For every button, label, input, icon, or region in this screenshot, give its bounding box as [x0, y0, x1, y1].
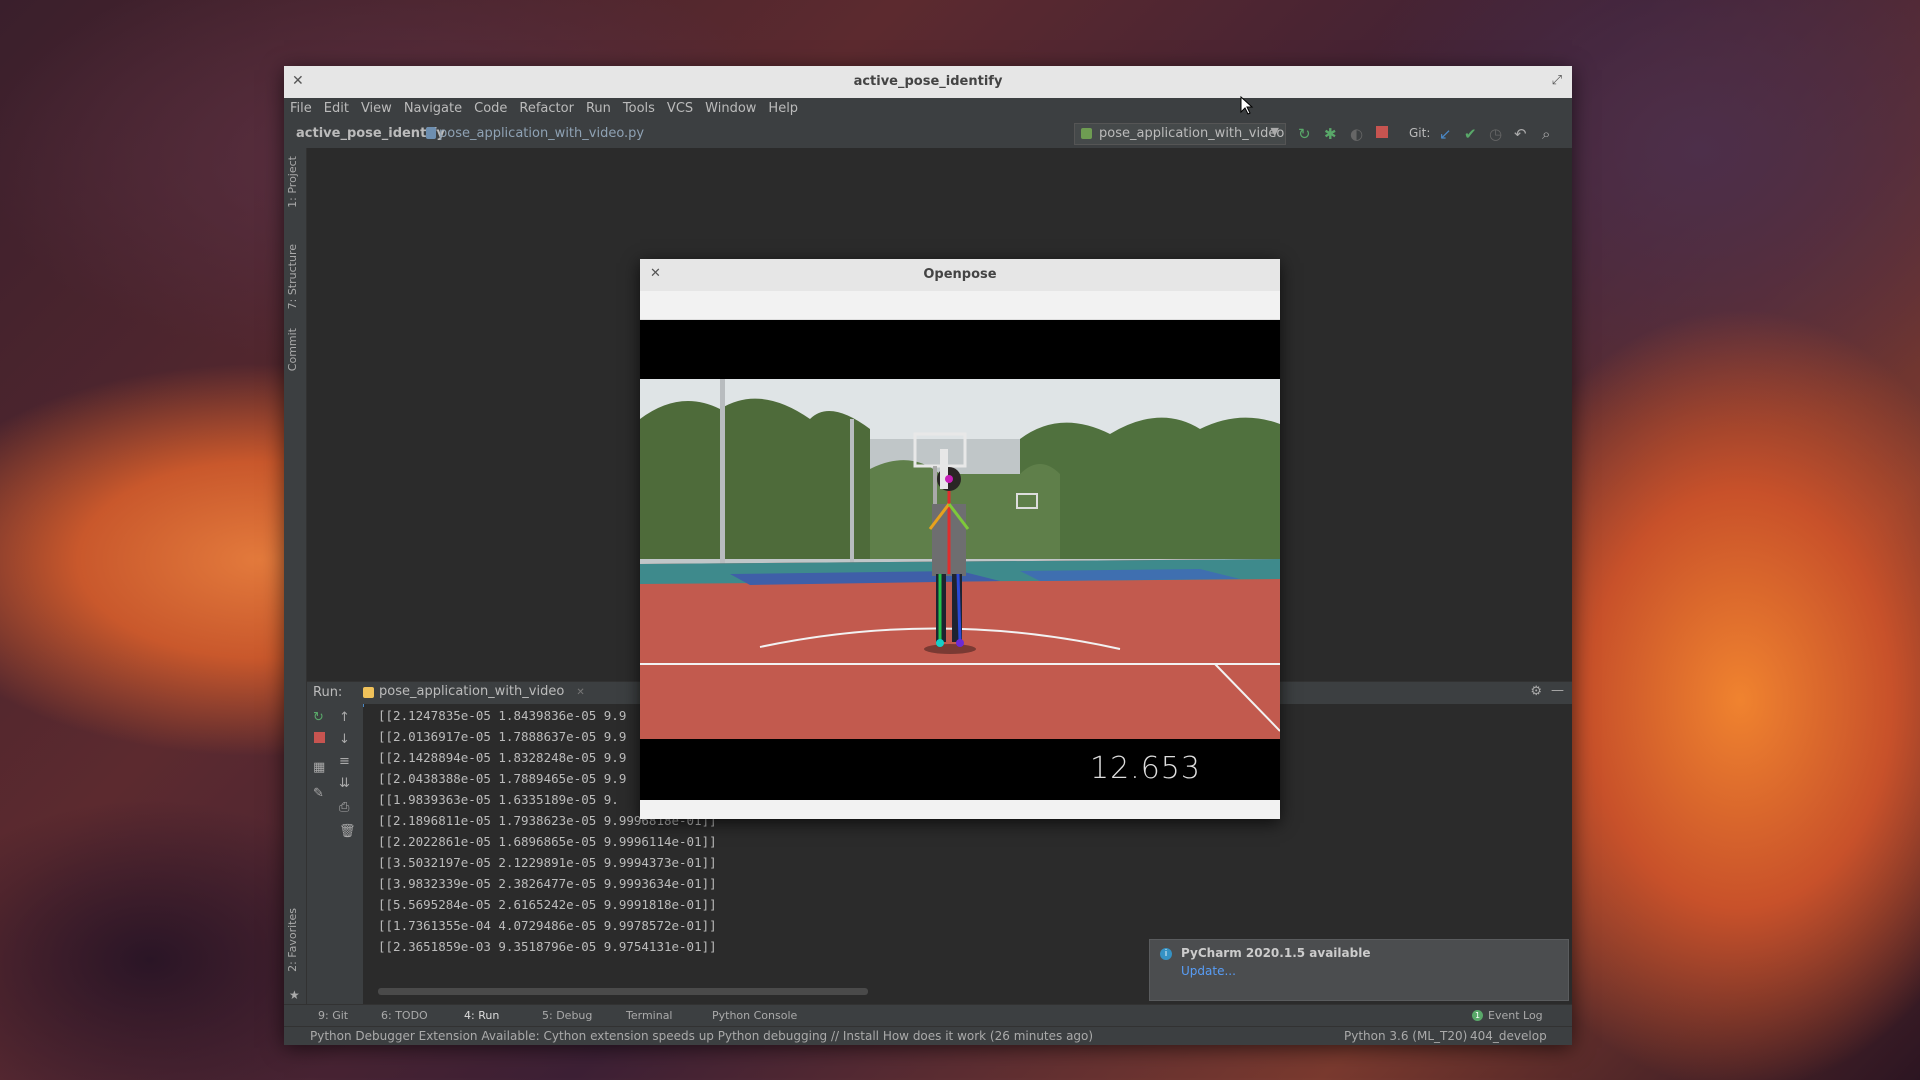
trash-icon[interactable]: 🗑	[339, 824, 356, 839]
openpose-title: Openpose	[923, 267, 997, 282]
python-interpreter[interactable]: Python 3.6 (ML_T20)	[1344, 1029, 1467, 1043]
event-log-button[interactable]: Event Log	[1488, 1009, 1543, 1022]
git-history-icon[interactable]: ◷	[1489, 125, 1502, 143]
status-message[interactable]: Python Debugger Extension Available: Cyt…	[310, 1029, 1093, 1043]
console-line: [[1.7361355e-04 4.0729486e-05 9.9978572e…	[378, 918, 717, 933]
navigation-bar: active_pose_identify pose_application_wi…	[284, 120, 1572, 149]
close-tab-icon[interactable]: ✕	[576, 687, 584, 698]
menu-file[interactable]: File	[284, 98, 318, 119]
horizontal-scrollbar[interactable]	[378, 988, 868, 995]
tool-tab-terminal[interactable]: Terminal	[626, 1009, 673, 1022]
coverage-icon[interactable]: ◐	[1350, 125, 1363, 143]
debug-icon[interactable]: ✱	[1324, 125, 1337, 143]
run-tab-label: pose_application_with_video	[379, 684, 565, 699]
print-icon[interactable]: ⎙	[339, 800, 349, 815]
python-file-icon	[426, 127, 436, 139]
git-update-icon[interactable]: ↙	[1439, 125, 1452, 143]
menu-run[interactable]: Run	[580, 98, 617, 119]
menu-tools[interactable]: Tools	[617, 98, 661, 119]
console-line: [[2.0136917e-05 1.7888637e-05 9.9	[378, 729, 627, 744]
scroll-to-end-icon[interactable]: ⇊	[339, 776, 350, 791]
chevron-down-icon: ▼	[1270, 125, 1279, 138]
run-panel-label: Run:	[313, 685, 343, 700]
window-title: active_pose_identify	[853, 74, 1003, 89]
tool-tab-commit[interactable]: Commit	[286, 328, 299, 371]
console-line: [[2.3651859e-03 9.3518796e-05 9.9754131e…	[378, 939, 717, 954]
menu-window[interactable]: Window	[699, 98, 762, 119]
search-icon[interactable]: ⌕	[1542, 125, 1550, 143]
tool-window-bar: 9: Git 6: TODO 4: Run 5: Debug Terminal …	[284, 1004, 1572, 1027]
update-notification: i PyCharm 2020.1.5 available Update...	[1149, 939, 1569, 1001]
openpose-window: ✕ Openpose 12.653	[640, 259, 1280, 819]
gear-icon[interactable]: ⚙	[1530, 684, 1542, 699]
pin-icon[interactable]: ✎	[313, 786, 324, 801]
breadcrumb-project[interactable]: active_pose_identify	[296, 126, 445, 141]
run-configuration-select[interactable]: pose_application_with_video ▼	[1074, 123, 1286, 145]
console-line: [[3.5032197e-05 2.1229891e-05 9.9994373e…	[378, 855, 717, 870]
update-link[interactable]: Update...	[1181, 964, 1236, 978]
openpose-status-strip	[640, 800, 1280, 819]
rerun-icon[interactable]: ↻	[1298, 125, 1311, 143]
git-branch[interactable]: 404_develop	[1470, 1029, 1547, 1043]
elapsed-time: 12.653	[1090, 751, 1201, 786]
video-frame	[640, 379, 1280, 739]
console-line: [[2.1247835e-05 1.8439836e-05 9.9	[378, 708, 627, 723]
tool-tab-favorites[interactable]: 2: Favorites	[286, 908, 299, 972]
console-line: [[5.5695284e-05 2.6165242e-05 9.9991818e…	[378, 897, 717, 912]
event-log-count-badge: 1	[1472, 1010, 1483, 1021]
breadcrumb-file[interactable]: pose_application_with_video.py	[439, 126, 644, 141]
star-icon: ★	[289, 988, 300, 1002]
console-line: [[3.9832339e-05 2.3826477e-05 9.9993634e…	[378, 876, 717, 891]
minimize-icon[interactable]: —	[1551, 683, 1564, 698]
ide-title-bar: ✕ active_pose_identify ⤢	[284, 66, 1572, 98]
run-toolbar: ↻ ↑ ↓ ≡ ▦ ⇊ ✎ ⎙ 🗑	[307, 704, 363, 1004]
git-label: Git:	[1409, 126, 1431, 140]
menu-view[interactable]: View	[355, 98, 398, 119]
down-arrow-icon[interactable]: ↓	[339, 732, 350, 747]
tool-tab-debug[interactable]: 5: Debug	[542, 1009, 592, 1022]
maximize-icon[interactable]: ⤢	[1552, 73, 1562, 88]
python-icon	[363, 687, 374, 698]
menu-refactor[interactable]: Refactor	[513, 98, 580, 119]
git-commit-icon[interactable]: ✔	[1464, 125, 1477, 143]
notification-title: PyCharm 2020.1.5 available	[1181, 946, 1371, 960]
tool-tab-run[interactable]: 4: Run	[464, 1009, 499, 1022]
console-line: [[2.0438388e-05 1.7889465e-05 9.9	[378, 771, 627, 786]
up-arrow-icon[interactable]: ↑	[339, 710, 350, 725]
info-icon: i	[1160, 948, 1172, 960]
git-rollback-icon[interactable]: ↶	[1514, 125, 1527, 143]
console-line: [[2.2022861e-05 1.6896865e-05 9.9996114e…	[378, 834, 717, 849]
layout-icon[interactable]: ▦	[313, 760, 325, 775]
left-tool-strip: 1: Project 7: Structure Commit 2: Favori…	[284, 148, 307, 1024]
openpose-toolbar	[640, 291, 1280, 320]
tool-tab-project[interactable]: 1: Project	[286, 156, 299, 208]
menu-edit[interactable]: Edit	[318, 98, 355, 119]
run-configuration-label: pose_application_with_video	[1099, 126, 1285, 141]
console-line: [[1.9839363e-05 1.6335189e-05 9.	[378, 792, 619, 807]
menu-bar: File Edit View Navigate Code Refactor Run Tools…	[284, 98, 1572, 120]
status-bar: Python Debugger Extension Available: Cyt…	[284, 1026, 1572, 1045]
tool-tab-structure[interactable]: 7: Structure	[286, 244, 299, 309]
menu-code[interactable]: Code	[468, 98, 513, 119]
openpose-title-bar: ✕ Openpose	[640, 259, 1280, 291]
menu-navigate[interactable]: Navigate	[398, 98, 468, 119]
rerun-icon[interactable]: ↻	[313, 710, 324, 725]
python-run-config-icon	[1081, 128, 1092, 139]
tool-tab-python-console[interactable]: Python Console	[712, 1009, 797, 1022]
menu-help[interactable]: Help	[762, 98, 804, 119]
console-line: [[2.1428894e-05 1.8328248e-05 9.9	[378, 750, 627, 765]
menu-vcs[interactable]: VCS	[661, 98, 699, 119]
soft-wrap-icon[interactable]: ≡	[339, 754, 350, 769]
tool-tab-git[interactable]: 9: Git	[318, 1009, 348, 1022]
stop-icon[interactable]	[1376, 126, 1388, 138]
stop-icon[interactable]	[314, 732, 325, 743]
tool-tab-todo[interactable]: 6: TODO	[381, 1009, 428, 1022]
mouse-cursor-icon	[1240, 96, 1254, 115]
